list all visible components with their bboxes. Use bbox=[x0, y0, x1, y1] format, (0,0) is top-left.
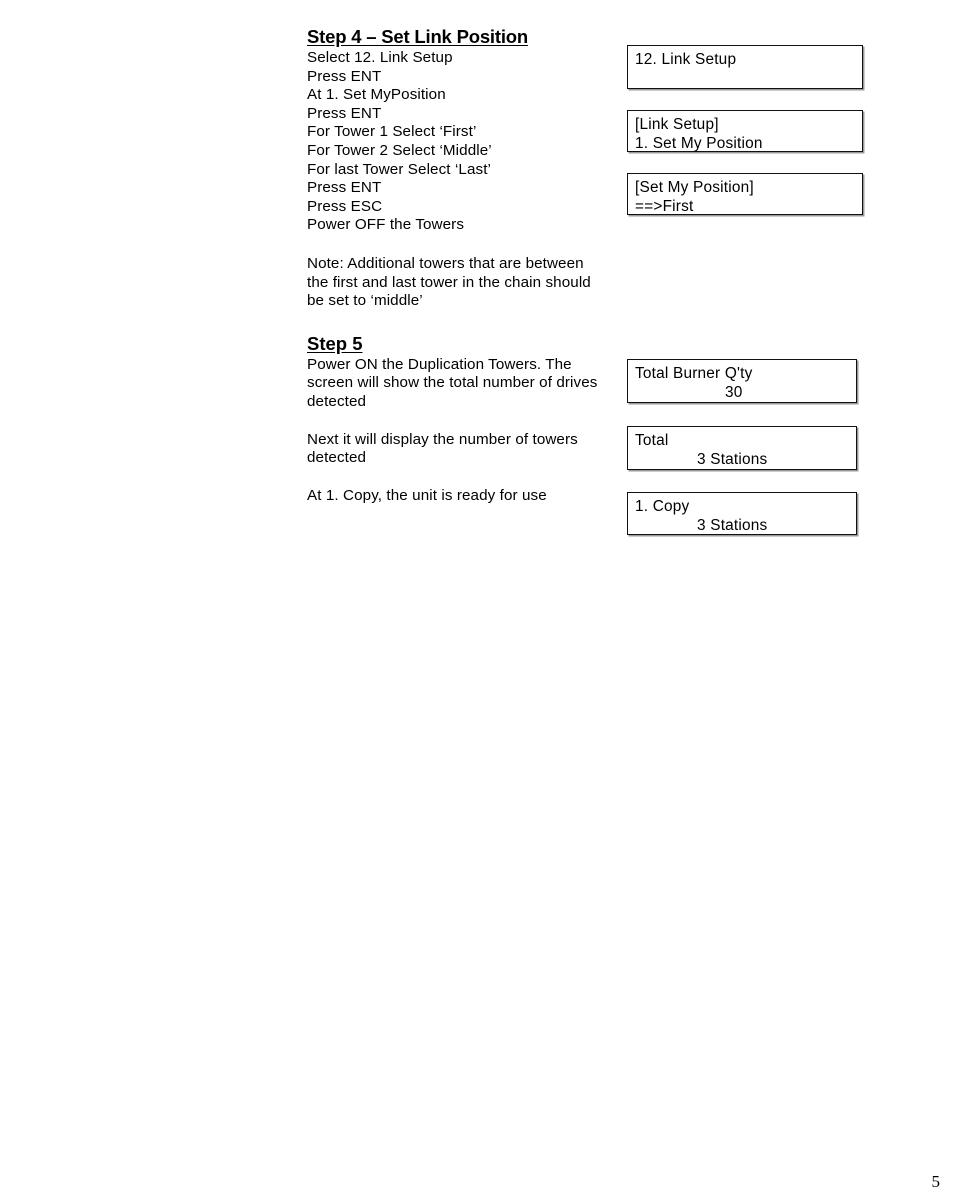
list-item: At 1. Set MyPosition bbox=[307, 86, 446, 104]
lcd-line-2: 3 Stations bbox=[697, 451, 768, 468]
lcd-line-2: ==>First bbox=[635, 198, 694, 215]
lcd-display-total-burner-qty: Total Burner Q'ty 30 bbox=[627, 359, 857, 403]
page-number: 5 bbox=[931, 1172, 941, 1191]
step4-heading: Step 4 – Set Link Position bbox=[307, 26, 528, 47]
lcd-display-copy-ready: 1. Copy 3 Stations bbox=[627, 492, 857, 535]
lcd-line-1: [Link Setup] bbox=[635, 116, 719, 133]
step5-paragraph-3: At 1. Copy, the unit is ready for use bbox=[307, 486, 547, 504]
list-item: For last Tower Select ‘Last’ bbox=[307, 160, 491, 178]
lcd-display-link-setup-submenu: [Link Setup] 1. Set My Position bbox=[627, 110, 863, 152]
lcd-line-2: 1. Set My Position bbox=[635, 135, 763, 152]
lcd-display-total-stations: Total 3 Stations bbox=[627, 426, 857, 470]
step5-heading: Step 5 bbox=[307, 332, 363, 354]
lcd-display-link-setup-menu: 12. Link Setup bbox=[627, 45, 863, 89]
step5-section: Step 5 Power ON the Duplication Towers. … bbox=[307, 333, 607, 506]
lcd-line-2: 30 bbox=[725, 384, 743, 401]
step4-instruction-list: Select 12. Link Setup Press ENT At 1. Se… bbox=[307, 49, 607, 235]
step4-note: Note: Additional towers that are between… bbox=[307, 254, 591, 310]
document-page: Step 4 – Set Link Position Select 12. Li… bbox=[0, 0, 954, 1204]
step4-section: Step 4 – Set Link Position Select 12. Li… bbox=[307, 26, 607, 311]
lcd-line-1: 12. Link Setup bbox=[635, 51, 737, 68]
lcd-display-set-my-position: [Set My Position] ==>First bbox=[627, 173, 863, 215]
lcd-line-2: 3 Stations bbox=[697, 517, 768, 534]
lcd-line-1: Total bbox=[635, 432, 669, 449]
lcd-line-1: Total Burner Q'ty bbox=[635, 365, 753, 382]
list-item: Select 12. Link Setup bbox=[307, 49, 453, 66]
list-item: Press ENT bbox=[307, 67, 382, 85]
list-item: Press ESC bbox=[307, 197, 383, 215]
list-item: Press ENT bbox=[307, 104, 382, 122]
list-item: For Tower 2 Select ‘Middle’ bbox=[307, 141, 492, 159]
list-item: Power OFF the Towers bbox=[307, 216, 465, 234]
step5-paragraph-1: Power ON the Duplication Towers. The scr… bbox=[307, 355, 598, 410]
list-item: Press ENT bbox=[307, 179, 382, 197]
lcd-line-1: [Set My Position] bbox=[635, 179, 754, 196]
list-item: For Tower 1 Select ‘First’ bbox=[307, 123, 477, 141]
step5-paragraph-2: Next it will display the number of tower… bbox=[307, 430, 578, 467]
instruction-column: Step 4 – Set Link Position Select 12. Li… bbox=[307, 26, 607, 505]
lcd-line-1: 1. Copy bbox=[635, 498, 690, 515]
